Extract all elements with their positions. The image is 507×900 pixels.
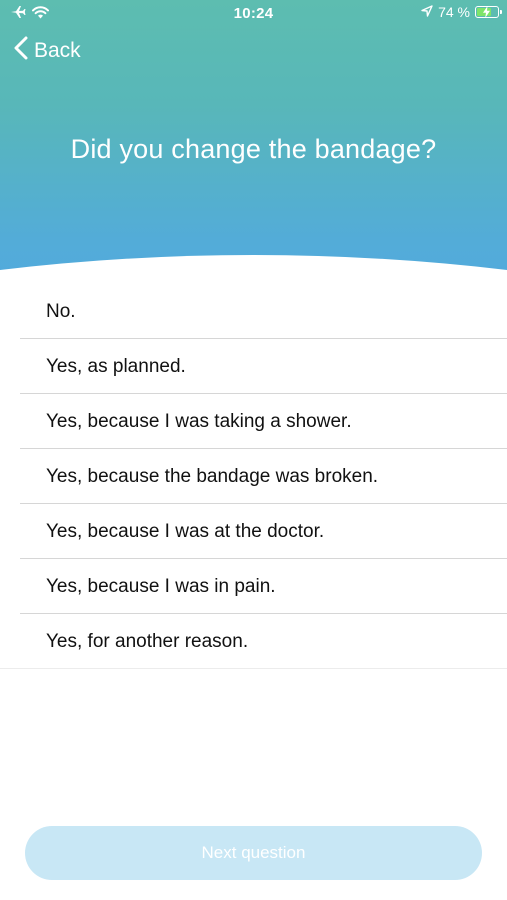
- answer-option-label: Yes, because I was taking a shower.: [46, 410, 352, 432]
- answer-option-label: Yes, because I was at the doctor.: [46, 520, 325, 542]
- screen: 10:24 74 % Back Did you change the banda…: [0, 0, 507, 900]
- answer-option-bandage-broken[interactable]: Yes, because the bandage was broken.: [0, 449, 507, 504]
- answer-option-label: Yes, for another reason.: [46, 630, 249, 652]
- next-question-button[interactable]: Next question: [25, 826, 482, 880]
- answer-option-label: Yes, because I was in pain.: [46, 575, 276, 597]
- answer-options-list: No. Yes, as planned. Yes, because I was …: [0, 284, 507, 669]
- answer-option-other-reason[interactable]: Yes, for another reason.: [0, 614, 507, 669]
- battery-charging-icon: [475, 6, 502, 18]
- status-right: 74 %: [421, 4, 502, 20]
- answer-option-label: No.: [46, 300, 76, 322]
- back-button[interactable]: Back: [14, 36, 81, 66]
- answer-option-label: Yes, because the bandage was broken.: [46, 465, 379, 487]
- battery-tip: [500, 10, 502, 14]
- answer-option-shower[interactable]: Yes, because I was taking a shower.: [0, 394, 507, 449]
- location-arrow-icon: [421, 4, 433, 20]
- status-bar: 10:24 74 %: [0, 0, 507, 28]
- answer-option-label: Yes, as planned.: [46, 355, 186, 377]
- battery-percent: 74 %: [438, 4, 470, 20]
- answer-option-no[interactable]: No.: [0, 284, 507, 339]
- back-label: Back: [34, 39, 81, 62]
- next-question-label: Next question: [201, 843, 306, 862]
- answer-option-as-planned[interactable]: Yes, as planned.: [0, 339, 507, 394]
- chevron-left-icon: [14, 36, 28, 66]
- answer-option-pain[interactable]: Yes, because I was in pain.: [0, 559, 507, 614]
- question-title: Did you change the bandage?: [70, 134, 437, 164]
- answer-option-doctor[interactable]: Yes, because I was at the doctor.: [0, 504, 507, 559]
